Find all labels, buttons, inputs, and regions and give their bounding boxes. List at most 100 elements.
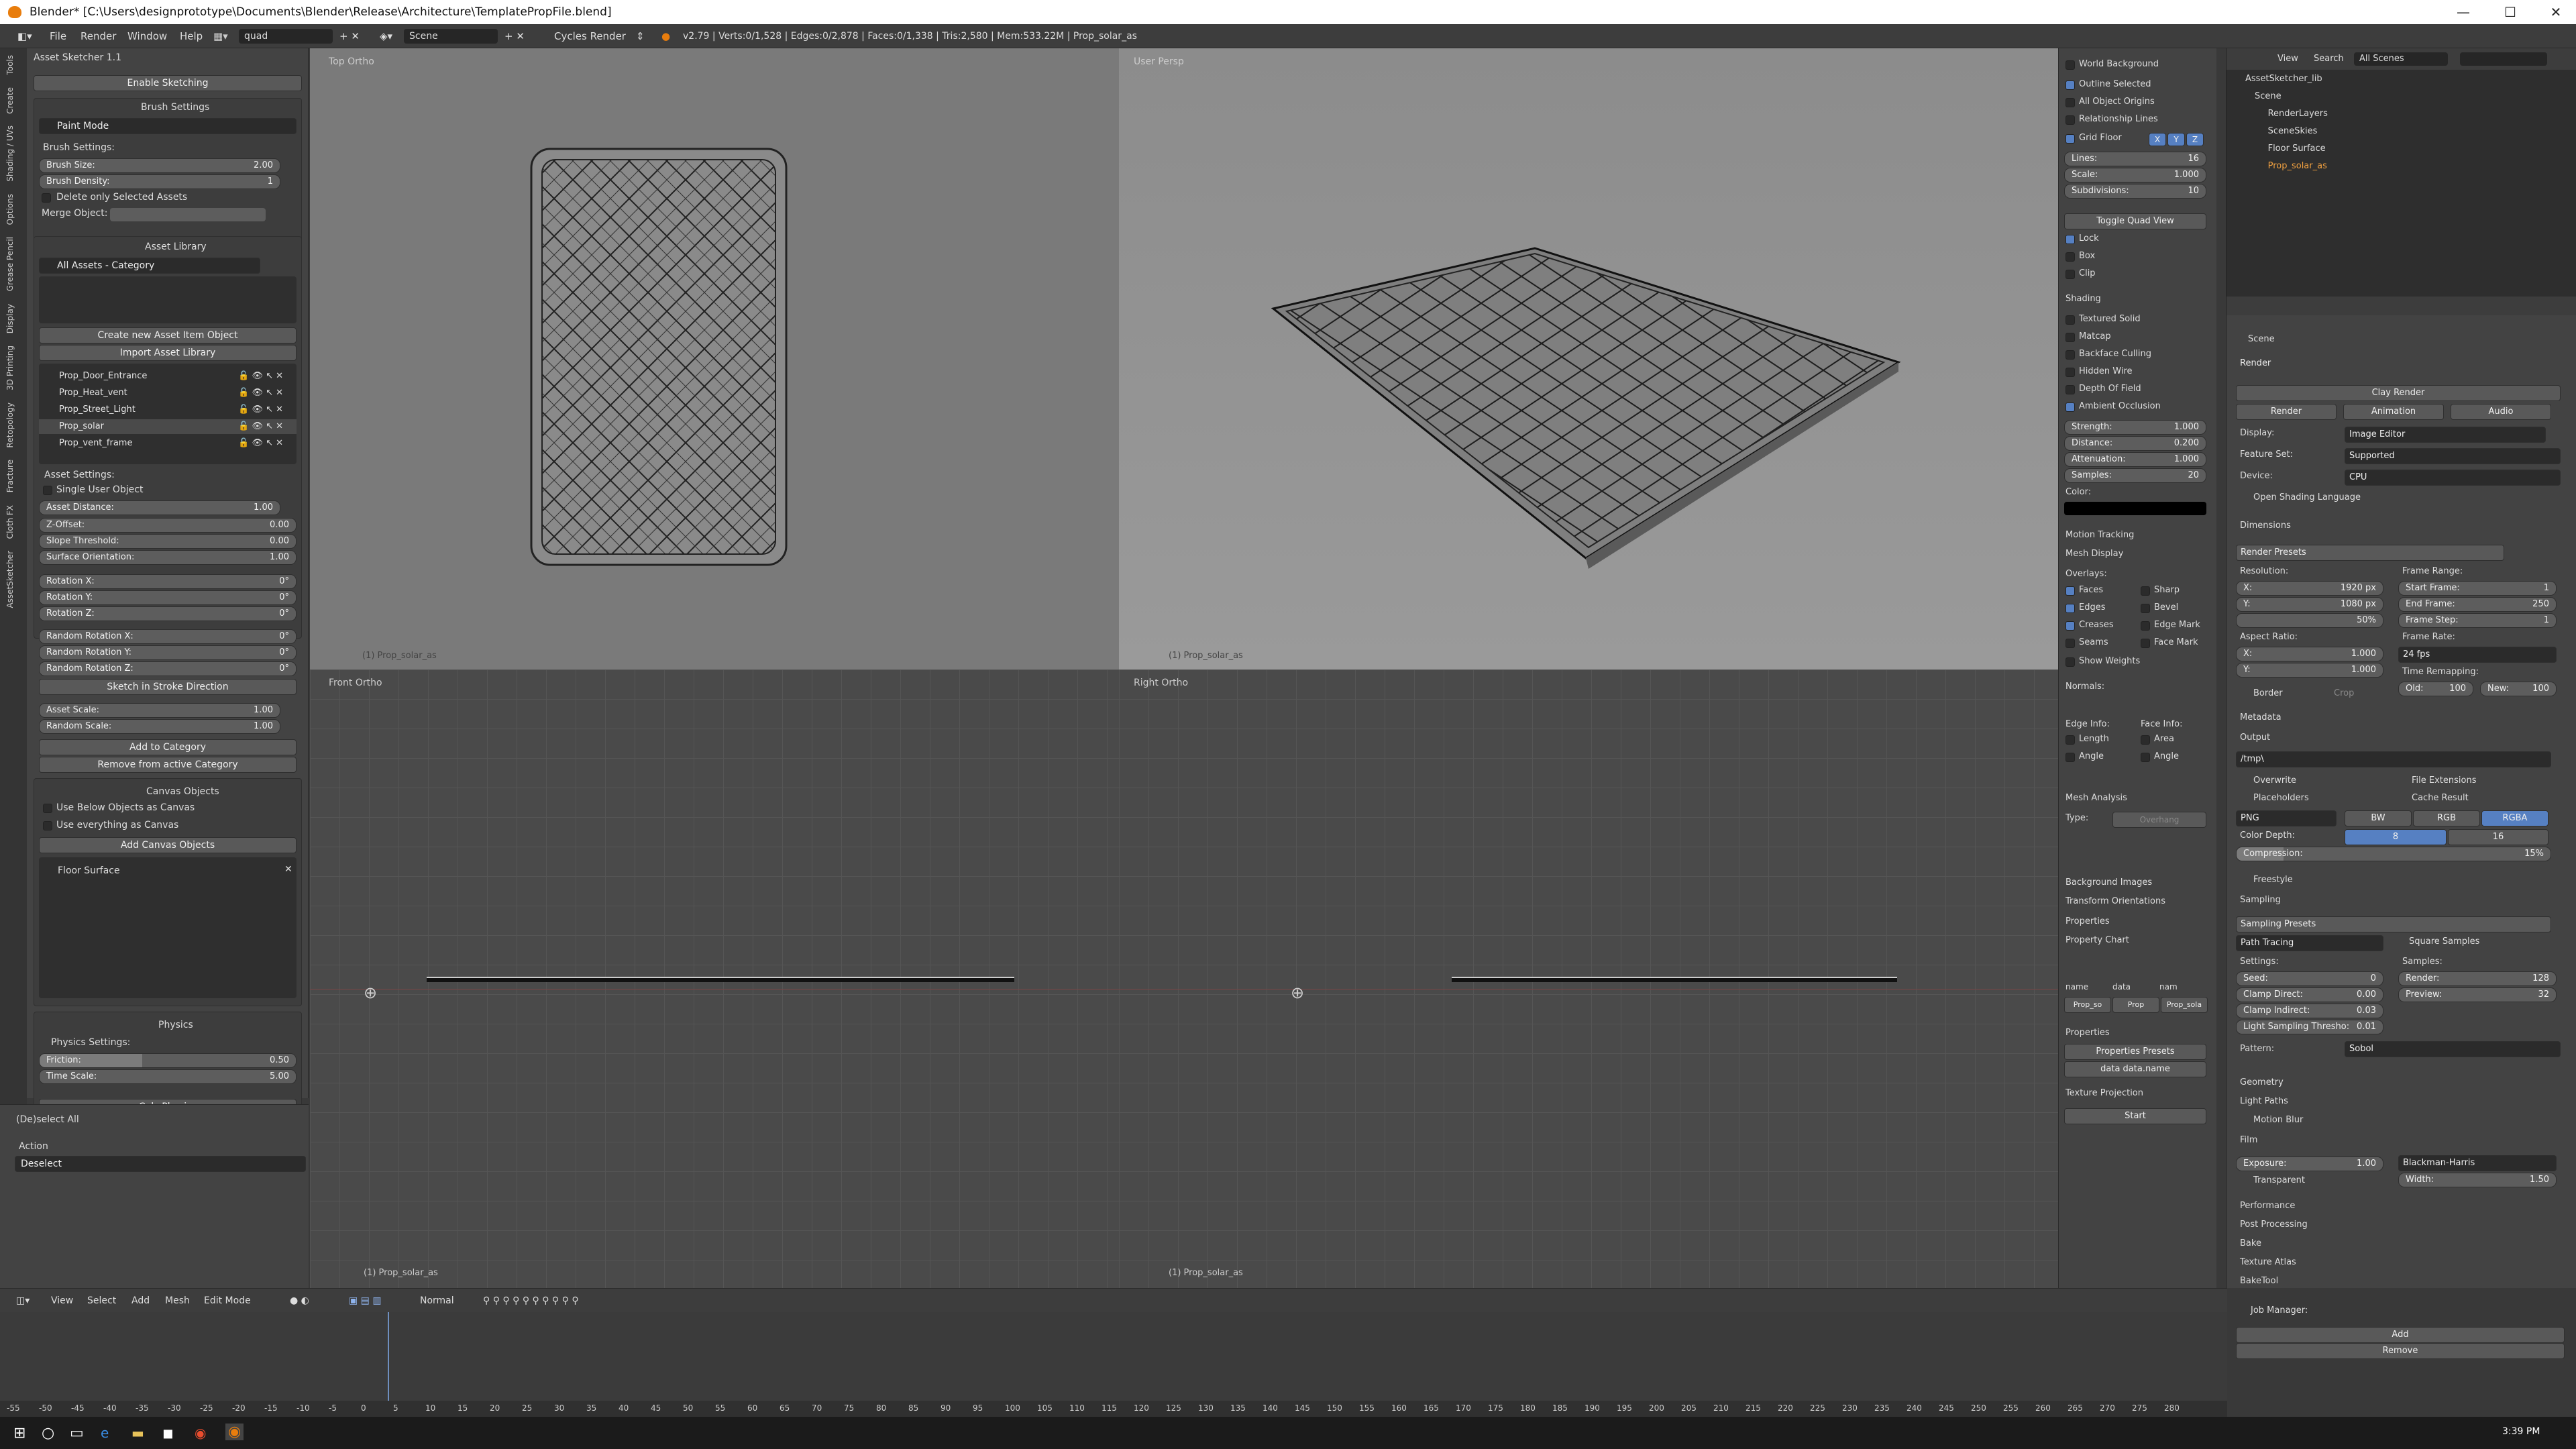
motion-tracking-header[interactable]: Motion Tracking [2065,530,2134,540]
bg-images-header[interactable]: Background Images [2065,877,2152,888]
add-scene-icon[interactable]: + ✕ [504,24,525,48]
rotation-z-field[interactable]: Rotation Z: 0° [39,606,297,621]
asset-list-item[interactable]: Prop_Heat_vent 🔓 👁 ↖ ✕ [39,386,297,400]
origins-checkbox[interactable] [2065,98,2075,107]
textured-checkbox[interactable] [2065,315,2075,325]
outliner-item[interactable]: Floor Surface [2268,144,2326,154]
texture-proj-header[interactable]: Texture Projection [2065,1088,2143,1098]
render-btn[interactable]: Render [2236,404,2337,420]
rotation-x-field[interactable]: Rotation X: 0° [39,574,297,589]
use-below-checkbox[interactable] [43,804,52,813]
random-rotation-z-field[interactable]: Random Rotation Z: 0° [39,661,297,676]
bw[interactable]: BW [2345,810,2412,826]
tool-tab[interactable]: Cloth FX [5,505,15,539]
menu-window[interactable]: Window [127,24,167,48]
clamp-i-lbl-field[interactable]: Clamp Indirect: 0.03 [2236,1004,2383,1018]
remove-from-category-button[interactable]: Remove from active Category [39,757,297,773]
viewport-user-persp[interactable]: User Persp (1) Prop_solar_as [1119,48,2058,669]
canvas-objects-header[interactable]: Canvas Objects [146,786,219,797]
preview-lbl-field[interactable]: Preview: 32 [2398,987,2557,1002]
faces-checkbox[interactable] [2065,586,2075,596]
transform-orient-header[interactable]: Transform Orientations [2065,896,2165,906]
old-field[interactable]: Old: 100 [2398,682,2473,696]
mesh-analysis-header[interactable]: Mesh Analysis [2065,793,2127,803]
rel-lines-checkbox[interactable] [2065,115,2075,125]
animation[interactable]: Animation [2343,404,2444,420]
add[interactable]: Add [2236,1327,2565,1343]
outliner-view-menu[interactable]: View [2277,54,2298,64]
path-tracing[interactable]: Path Tracing [2236,935,2383,951]
playhead[interactable] [388,1312,389,1401]
area-checkbox[interactable] [2141,735,2150,745]
create-asset-button[interactable]: Create new Asset Item Object [39,327,297,343]
distance-field[interactable]: Distance: 0.200 [2064,436,2206,451]
friction-slider[interactable]: Friction: 0.50 [39,1053,297,1068]
res-x-lbl-field[interactable]: X: 1920 px [2236,581,2383,596]
res-x-lbl-field[interactable]: X: 1.000 [2236,647,2383,661]
display[interactable]: Image Editor [2345,427,2546,443]
seams-checkbox[interactable] [2065,639,2075,648]
property-chart-cell[interactable]: Prop_so [2064,997,2111,1013]
single-user-checkbox[interactable] [43,486,52,495]
outliner-item[interactable]: Scene [2255,91,2282,101]
clamp-d-lbl-field[interactable]: Clamp Direct: 0.00 [2236,987,2383,1002]
add-layout-icon[interactable]: + ✕ [339,24,360,48]
outliner-item[interactable]: AssetSketcher_lib [2245,74,2322,84]
random-rotation-y-field[interactable]: Random Rotation Y: 0° [39,645,297,660]
surface-orientation-field[interactable]: Surface Orientation: 1.00 [39,550,297,565]
brush-settings-header[interactable]: Brush Settings [141,102,209,113]
angle2-checkbox[interactable] [2141,753,2150,762]
operator-title[interactable]: (De)select All [16,1114,79,1125]
use-everything-checkbox[interactable] [43,821,52,830]
shading-header[interactable]: Shading [2065,294,2101,304]
outliner-item[interactable]: RenderLayers [2268,109,2328,119]
asset-visibility-icons[interactable]: 🔓 👁 ↖ ✕ [238,402,283,417]
pivot-select[interactable]: Normal [420,1289,454,1313]
rotation-y-field[interactable]: Rotation Y: 0° [39,590,297,605]
category-select[interactable]: All Assets - Category [39,258,260,274]
edges-checkbox[interactable] [2065,604,2075,613]
samples-field[interactable]: Samples: 20 [2064,468,2206,483]
minimize-button[interactable]: — [2443,0,2483,24]
select-menu[interactable]: Select [87,1289,116,1313]
outliner-item[interactable]: SceneSkies [2268,126,2318,136]
physics-header[interactable]: Physics [158,1020,193,1030]
show-weights-checkbox[interactable] [2065,657,2075,667]
menu-render[interactable]: Render [80,24,116,48]
chrome-icon[interactable]: ◉ [195,1425,206,1441]
engine-dropdown-icon[interactable]: ⇕ [636,24,645,48]
box-checkbox[interactable] [2065,252,2075,262]
tool-tab[interactable]: Grease Pencil [5,237,15,291]
res-y-lbl-field[interactable]: Y: 1080 px [2236,597,2383,612]
matcap-checkbox[interactable] [2065,333,2075,342]
render-presets[interactable]: Render Presets [2236,545,2504,561]
action-select[interactable]: Deselect [15,1156,306,1172]
subdiv-field[interactable]: Subdivisions: 10 [2064,184,2206,199]
timeline[interactable]: -55 -50 -45 -40 -35 -30 -25 -20 -15 -10 -5 0 5 10 15 20… [0,1312,2227,1417]
properties-header[interactable]: Properties [2065,916,2110,926]
merge-object-field[interactable] [110,208,266,221]
time-scale-field[interactable]: Time Scale: 5.00 [39,1069,297,1084]
random-scale-field[interactable]: Random Scale: 1.00 [39,719,280,734]
editor-type-icon[interactable]: ◫▾ [16,1289,30,1313]
explorer-icon[interactable]: ▬ [131,1425,144,1441]
add-to-category-button[interactable]: Add to Category [39,739,297,755]
tool-tab[interactable]: Shading / UVs [5,125,15,182]
res-pct-field[interactable]: 50% [2236,613,2383,628]
search-icon[interactable]: ○ [42,1425,54,1442]
rgba[interactable]: RGBA [2481,810,2548,826]
viewport-top-ortho[interactable]: Top Ortho (1) Prop_solar_as [310,48,1119,669]
remove[interactable]: Remove [2236,1343,2565,1359]
store-icon[interactable]: ◼ [162,1425,174,1441]
remove-canvas-icon[interactable]: ✕ [284,864,292,875]
lock-checkbox[interactable] [2065,235,2075,244]
data-name-button[interactable]: data data.name [2064,1061,2206,1077]
angle-checkbox[interactable] [2065,753,2075,762]
start-frame-lbl-field[interactable]: Start Frame: 1 [2398,581,2557,596]
tool-tab[interactable]: AssetSketcher [5,551,15,608]
ao-color-swatch[interactable] [2064,502,2206,515]
res-y-lbl-field[interactable]: Y: 1.000 [2236,663,2383,678]
sampling-presets[interactable]: Sampling Presets [2236,916,2551,932]
category-list[interactable] [39,276,297,323]
feature[interactable]: Supported [2345,448,2561,464]
